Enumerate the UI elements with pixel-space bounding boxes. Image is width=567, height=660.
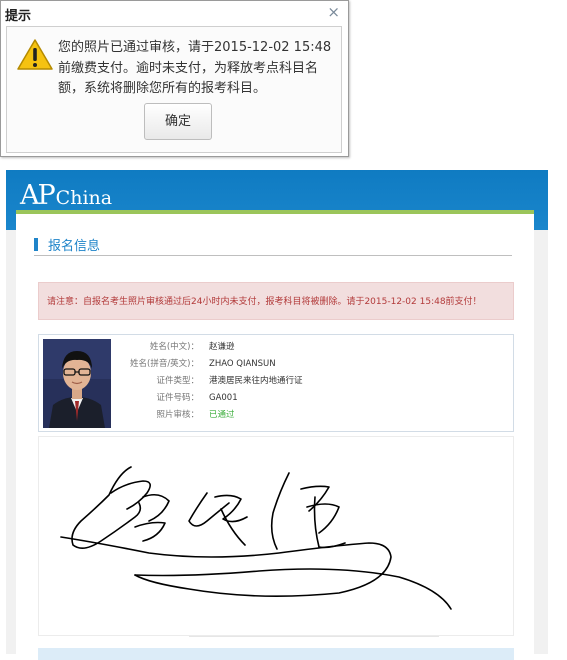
field-row-photo-status: 照片审核： 已通过 bbox=[127, 407, 507, 424]
field-value: 赵谦逊 bbox=[209, 342, 235, 352]
ap-china-logo: AP China bbox=[20, 180, 112, 212]
ok-button[interactable]: 确定 bbox=[144, 103, 212, 140]
field-row-id-type: 证件类型： 港澳居民来往内地通行证 bbox=[127, 373, 507, 390]
signature-divider bbox=[189, 636, 439, 637]
section-title: 报名信息 bbox=[48, 239, 101, 254]
applicant-photo bbox=[43, 339, 111, 428]
photo-status-value: 已通过 bbox=[209, 410, 235, 420]
field-label: 照片审核： bbox=[156, 410, 199, 420]
dialog-body: 您的照片已通过审核，请于2015-12-02 15:48前缴费支付。逾时未支付，… bbox=[6, 26, 342, 153]
logo-china-text: China bbox=[55, 187, 113, 209]
warning-icon bbox=[17, 39, 53, 70]
field-row-name-cn: 姓名(中文)： 赵谦逊 bbox=[127, 339, 507, 356]
signature-image bbox=[60, 466, 452, 610]
dialog-message: 您的照片已通过审核，请于2015-12-02 15:48前缴费支付。逾时未支付，… bbox=[58, 40, 332, 96]
section-header: 报名信息 bbox=[34, 232, 512, 256]
field-label: 姓名(拼音/英文)： bbox=[130, 359, 199, 369]
close-icon[interactable]: × bbox=[327, 3, 340, 21]
field-value: ZHAO QIANSUN bbox=[209, 359, 276, 369]
section-marker bbox=[34, 238, 38, 251]
applicant-info-card: 姓名(中文)： 赵谦逊 姓名(拼音/英文)： ZHAO QIANSUN 证件类型… bbox=[38, 334, 514, 432]
dialog-title: 提示 bbox=[5, 9, 32, 24]
field-value: GA001 bbox=[209, 393, 238, 403]
signature-area bbox=[38, 436, 514, 637]
field-row-name-en: 姓名(拼音/英文)： ZHAO QIANSUN bbox=[127, 356, 507, 373]
payment-notice: 请注意：自报名考生照片审核通过后24小时内未支付，报考科目将被删除。请于2015… bbox=[38, 282, 514, 320]
bottom-strip bbox=[38, 648, 514, 660]
dialog-titlebar: 提示 × bbox=[1, 1, 348, 25]
alert-dialog: 提示 × 您的照片已通过审核，请于2015-12-02 15:48前缴费支付。逾… bbox=[0, 0, 349, 157]
field-label: 证件类型： bbox=[156, 376, 199, 386]
content-panel: 报名信息 请注意：自报名考生照片审核通过后24小时内未支付，报考科目将被删除。请… bbox=[16, 210, 534, 660]
field-label: 姓名(中文)： bbox=[149, 342, 199, 352]
logo-ap-text: AP bbox=[20, 180, 56, 211]
registration-page: AP China 报名信息 请注意：自报名考生照片审核通过后24小时内未支付，报考… bbox=[6, 170, 548, 660]
field-value: 港澳居民来往内地通行证 bbox=[209, 376, 303, 386]
applicant-fields: 姓名(中文)： 赵谦逊 姓名(拼音/英文)： ZHAO QIANSUN 证件类型… bbox=[127, 339, 507, 424]
field-row-id-number: 证件号码： GA001 bbox=[127, 390, 507, 407]
field-label: 证件号码： bbox=[156, 393, 199, 403]
